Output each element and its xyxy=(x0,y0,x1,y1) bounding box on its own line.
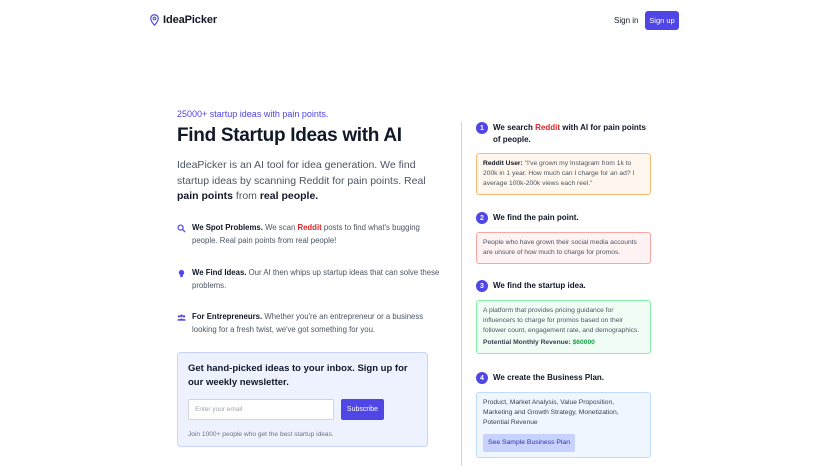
subscribe-button[interactable]: Subscribe xyxy=(341,399,384,420)
feature-spot-problems: We Spot Problems. We scan Reddit posts t… xyxy=(177,222,447,247)
step-1-badge: 1 xyxy=(476,122,488,134)
step-2-badge: 2 xyxy=(476,212,488,224)
map-pin-icon xyxy=(150,14,159,26)
step-4-box: Product, Market Analysis, Value Proposit… xyxy=(476,392,651,458)
newsletter-card: Get hand-picked ideas to your inbox. Sig… xyxy=(177,352,428,447)
lightbulb-icon xyxy=(178,269,185,278)
logo[interactable]: IdeaPicker xyxy=(150,14,217,26)
timeline-divider xyxy=(461,122,462,466)
hero-intro: IdeaPicker is an AI tool for idea genera… xyxy=(177,159,426,202)
search-icon xyxy=(177,224,186,233)
page-title: Find Startup Ideas with AI xyxy=(177,125,402,146)
step-3-badge: 3 xyxy=(476,280,488,292)
hero-tagline: 25000+ startup ideas with pain points. xyxy=(177,109,329,119)
step-2-title: We find the pain point. xyxy=(493,213,579,222)
step-2-box: People who have grown their social media… xyxy=(476,232,651,264)
newsletter-title: Get hand-picked ideas to your inbox. Sig… xyxy=(188,363,408,388)
step-1-box: Reddit User: "I've grown my Instagram fr… xyxy=(476,153,651,195)
step-1-title: We search Reddit with AI for pain points… xyxy=(493,123,646,144)
header: IdeaPicker Sign in Sign up xyxy=(0,0,828,42)
sample-business-plan-button[interactable]: See Sample Business Plan xyxy=(483,434,575,452)
step-3-title: We find the startup idea. xyxy=(493,281,586,290)
email-input[interactable]: Enter your email xyxy=(188,399,334,420)
signin-link[interactable]: Sign in xyxy=(614,16,638,25)
newsletter-note: Join 1000+ people who get the best start… xyxy=(188,431,334,438)
logo-text: IdeaPicker xyxy=(163,14,218,26)
signup-button[interactable]: Sign up xyxy=(645,11,679,30)
step-4-title: We create the Business Plan. xyxy=(493,373,605,382)
feature-for-entrepreneurs: For Entrepreneurs. Whether you're an ent… xyxy=(177,311,447,336)
revenue-value: $60000 xyxy=(572,339,595,346)
step-3-box: A platform that provides pricing guidanc… xyxy=(476,300,651,354)
step-4-badge: 4 xyxy=(476,372,488,384)
users-icon xyxy=(177,314,186,321)
feature-find-ideas: We Find Ideas. Our AI then whips up star… xyxy=(177,267,447,292)
